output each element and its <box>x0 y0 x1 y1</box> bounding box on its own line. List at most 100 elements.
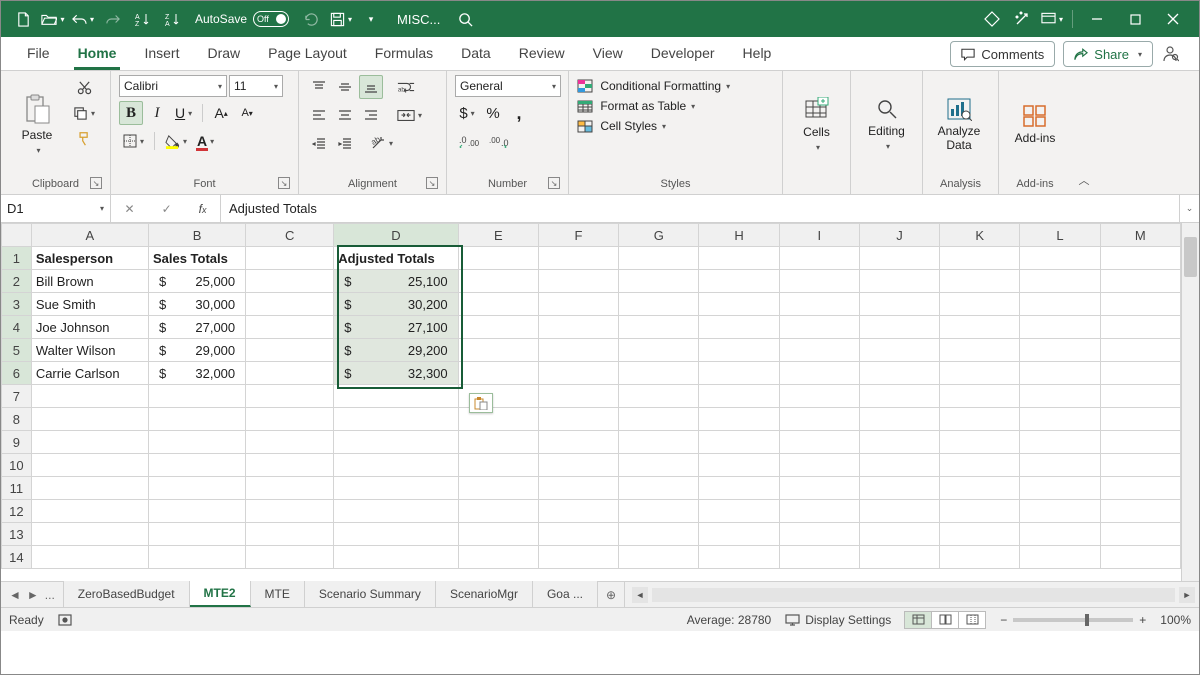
sheet-tab-0[interactable]: ZeroBasedBudget <box>64 581 190 607</box>
tab-insert[interactable]: Insert <box>130 36 193 70</box>
open-file-icon[interactable]: ▾ <box>39 5 67 33</box>
tab-home[interactable]: Home <box>64 36 131 70</box>
cell-A3[interactable]: Sue Smith <box>31 293 148 316</box>
cell-D5[interactable]: $29,200 <box>334 339 458 362</box>
cell-A4[interactable]: Joe Johnson <box>31 316 148 339</box>
enter-formula-icon[interactable]: ✓ <box>162 202 172 216</box>
tab-page-layout[interactable]: Page Layout <box>254 36 361 70</box>
tab-help[interactable]: Help <box>729 36 786 70</box>
sheet-nav-prev-icon[interactable]: ◄ <box>9 588 21 602</box>
alignment-dialog-icon[interactable]: ↘ <box>426 177 438 189</box>
qat-customize-icon[interactable]: ▾ <box>357 5 385 33</box>
autosave-toggle[interactable]: AutoSave Off <box>195 11 289 27</box>
cell-D4[interactable]: $27,100 <box>334 316 458 339</box>
search-icon[interactable] <box>452 12 478 27</box>
font-dialog-icon[interactable]: ↘ <box>278 177 290 189</box>
tab-formulas[interactable]: Formulas <box>361 36 447 70</box>
col-header-I[interactable]: I <box>779 224 859 247</box>
cell-B3[interactable]: $30,000 <box>148 293 245 316</box>
col-header-F[interactable]: F <box>538 224 618 247</box>
col-header-A[interactable]: A <box>31 224 148 247</box>
zoom-in-icon[interactable]: + <box>1139 613 1146 627</box>
sheet-nav-next-icon[interactable]: ► <box>27 588 39 602</box>
row-header-13[interactable]: 13 <box>2 523 32 546</box>
tab-developer[interactable]: Developer <box>637 36 729 70</box>
editing-button[interactable]: Editing▾ <box>859 75 914 174</box>
cell-A2[interactable]: Bill Brown <box>31 270 148 293</box>
decrease-decimal-icon[interactable]: .00.0 <box>485 129 513 153</box>
cell-D2[interactable]: $25,100 <box>334 270 458 293</box>
grow-font-icon[interactable]: A▴ <box>209 101 233 125</box>
col-header-H[interactable]: H <box>699 224 779 247</box>
col-header-J[interactable]: J <box>859 224 939 247</box>
zoom-level[interactable]: 100% <box>1160 613 1191 627</box>
cell-B2[interactable]: $25,000 <box>148 270 245 293</box>
cancel-formula-icon[interactable]: ✕ <box>125 202 135 216</box>
underline-button[interactable]: U▾ <box>171 101 196 125</box>
number-format-combo[interactable]: General▾ <box>455 75 561 97</box>
undo-icon[interactable]: ▾ <box>69 5 97 33</box>
bold-button[interactable]: B <box>119 101 143 125</box>
cell-B6[interactable]: $32,000 <box>148 362 245 385</box>
row-header-5[interactable]: 5 <box>2 339 32 362</box>
align-top-icon[interactable] <box>307 75 331 99</box>
merge-button[interactable]: ▾ <box>393 103 426 127</box>
font-size-combo[interactable]: 11▾ <box>229 75 283 97</box>
sheet-tab-5[interactable]: Goa ... <box>533 581 598 607</box>
row-header-8[interactable]: 8 <box>2 408 32 431</box>
sheet-nav-more-icon[interactable]: ... <box>45 588 55 602</box>
paste-options-icon[interactable] <box>469 393 493 413</box>
col-header-C[interactable]: C <box>246 224 334 247</box>
sort-asc-icon[interactable]: AZ <box>129 5 157 33</box>
redo-icon[interactable] <box>99 5 127 33</box>
col-header-B[interactable]: B <box>148 224 245 247</box>
minimize-icon[interactable] <box>1079 5 1115 33</box>
align-center-icon[interactable] <box>333 103 357 127</box>
sort-desc-icon[interactable]: ZA <box>159 5 187 33</box>
wand-icon[interactable] <box>1008 5 1036 33</box>
cell-D6[interactable]: $32,300 <box>334 362 458 385</box>
increase-indent-icon[interactable] <box>333 131 357 155</box>
orientation-icon[interactable]: ab▾ <box>367 131 397 155</box>
diamond-icon[interactable] <box>978 5 1006 33</box>
cells-button[interactable]: Cells▾ <box>791 75 842 174</box>
tab-view[interactable]: View <box>579 36 637 70</box>
cell-B4[interactable]: $27,000 <box>148 316 245 339</box>
row-header-3[interactable]: 3 <box>2 293 32 316</box>
percent-icon[interactable]: % <box>481 101 505 125</box>
border-button[interactable]: ▾ <box>119 129 148 153</box>
view-normal-icon[interactable] <box>904 611 932 629</box>
formula-input[interactable]: Adjusted Totals <box>221 195 1179 222</box>
increase-decimal-icon[interactable]: .0.00 <box>455 129 483 153</box>
account-icon[interactable] <box>1153 36 1187 70</box>
collapse-ribbon-icon[interactable]: ︿ <box>1071 71 1097 194</box>
zoom-out-icon[interactable]: − <box>1000 613 1007 627</box>
col-header-L[interactable]: L <box>1020 224 1100 247</box>
cell-A6[interactable]: Carrie Carlson <box>31 362 148 385</box>
row-header-12[interactable]: 12 <box>2 500 32 523</box>
cell-A1[interactable]: Salesperson <box>31 247 148 270</box>
name-box[interactable]: D1▾ <box>1 195 111 222</box>
share-button[interactable]: Share ▾ <box>1063 41 1153 67</box>
format-as-table-button[interactable]: Format as Table▾ <box>577 99 730 113</box>
font-name-combo[interactable]: Calibri▾ <box>119 75 227 97</box>
number-dialog-icon[interactable]: ↘ <box>548 177 560 189</box>
new-sheet-icon[interactable]: ⊕ <box>598 582 624 607</box>
format-painter-icon[interactable] <box>69 127 99 151</box>
font-color-button[interactable]: A▾ <box>193 129 218 153</box>
maximize-icon[interactable] <box>1117 5 1153 33</box>
display-settings-button[interactable]: Display Settings <box>785 613 891 627</box>
view-page-break-icon[interactable] <box>958 611 986 629</box>
wrap-text-icon[interactable]: ab <box>393 75 419 99</box>
sheet-tab-2[interactable]: MTE <box>251 581 305 607</box>
cell-styles-button[interactable]: Cell Styles▾ <box>577 119 730 133</box>
vertical-scrollbar[interactable] <box>1181 223 1199 581</box>
row-header-4[interactable]: 4 <box>2 316 32 339</box>
sheet-tab-3[interactable]: Scenario Summary <box>305 581 436 607</box>
currency-icon[interactable]: $▾ <box>455 101 479 125</box>
decrease-indent-icon[interactable] <box>307 131 331 155</box>
col-header-G[interactable]: G <box>619 224 699 247</box>
tab-file[interactable]: File <box>13 36 64 70</box>
fx-icon[interactable]: fx <box>199 202 207 216</box>
cell-A5[interactable]: Walter Wilson <box>31 339 148 362</box>
